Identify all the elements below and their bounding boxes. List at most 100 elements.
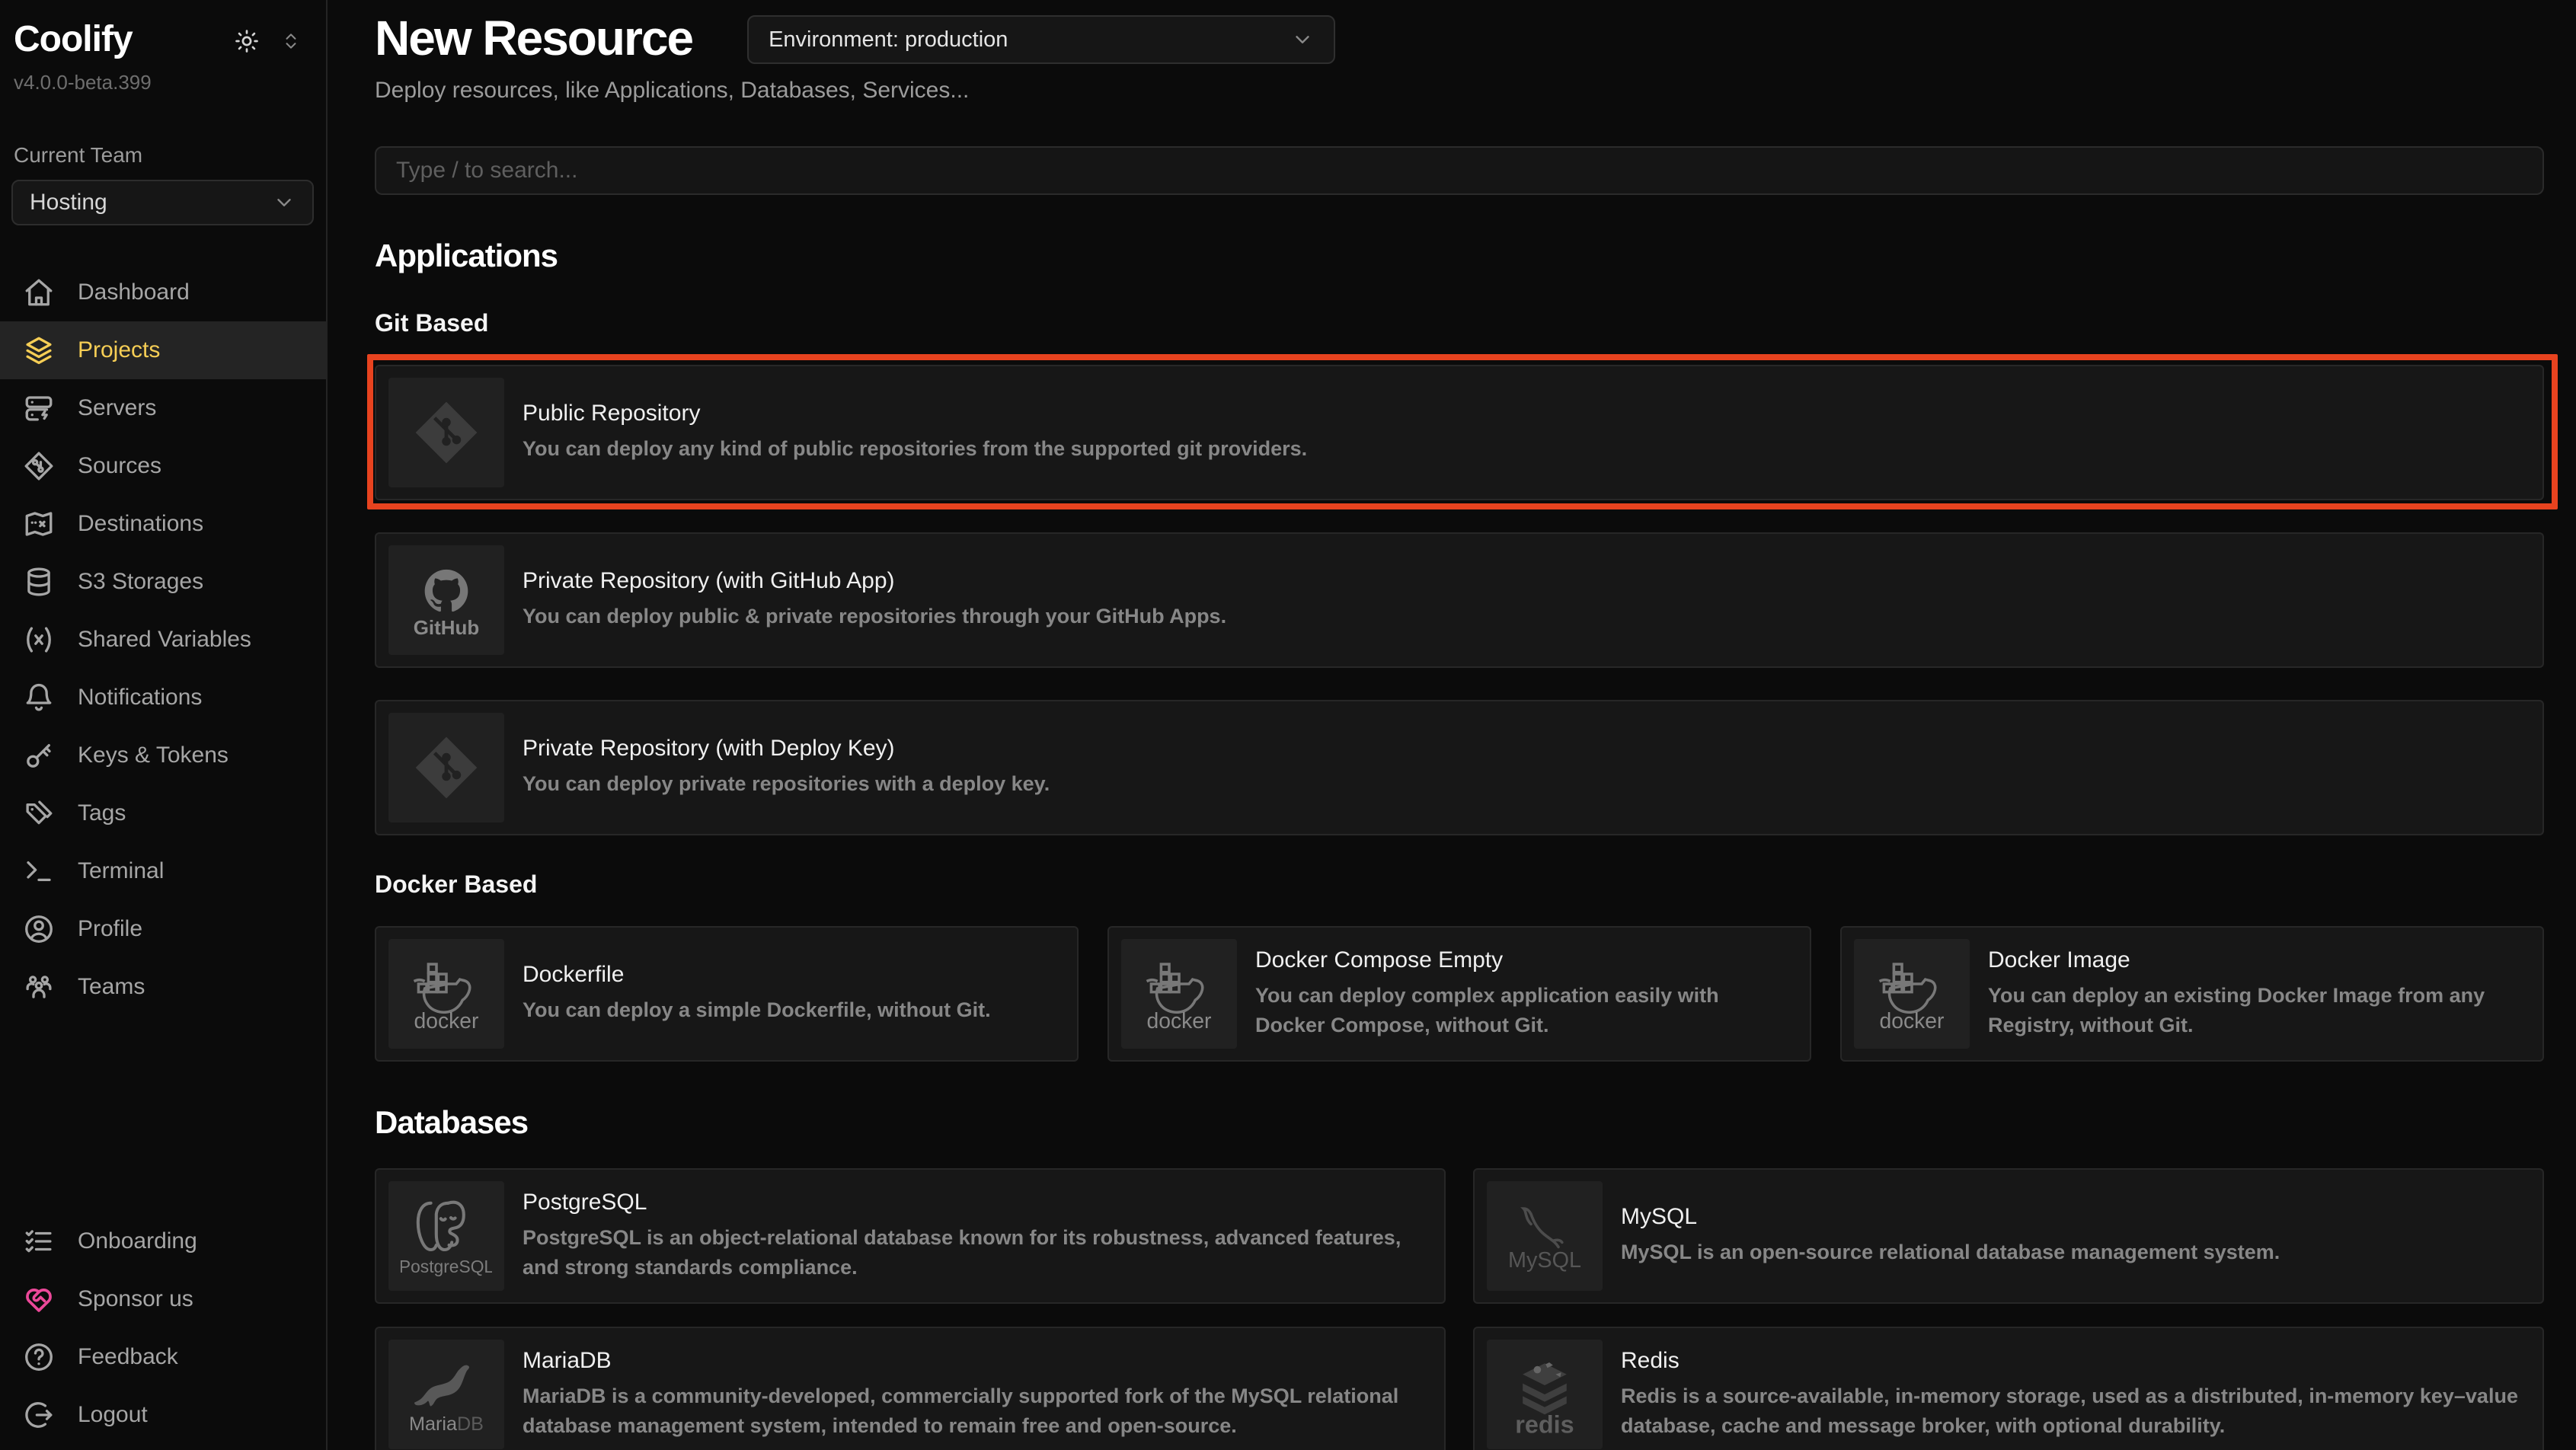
card-text: Public RepositoryYou can deploy any kind… bbox=[523, 401, 1307, 464]
page-title: New Resource bbox=[375, 14, 692, 62]
sidebar-item-label: Profile bbox=[78, 916, 142, 942]
resource-card-dockerfile[interactable]: docker Dockerfile You can deploy a simple … bbox=[375, 926, 1079, 1062]
bell-icon bbox=[23, 682, 55, 714]
svg-text:MySQL: MySQL bbox=[1508, 1248, 1581, 1273]
app-logo: Coolify bbox=[14, 20, 133, 60]
variables-icon bbox=[23, 624, 55, 656]
svg-text:MariaDB: MariaDB bbox=[409, 1413, 484, 1435]
svg-text:docker: docker bbox=[414, 1009, 479, 1033]
key-icon bbox=[23, 739, 55, 771]
card-description: You can deploy an existing Docker Image … bbox=[1988, 981, 2523, 1040]
logout-icon bbox=[23, 1399, 55, 1431]
brand-row: Coolify bbox=[0, 20, 326, 60]
card-description: MySQL is an open-source relational datab… bbox=[1621, 1238, 2280, 1267]
sidebar-item-servers[interactable]: Servers bbox=[0, 379, 326, 437]
svg-text:GitHub: GitHub bbox=[414, 616, 480, 639]
card-title: Private Repository (with GitHub App) bbox=[523, 568, 1226, 594]
sidebar-item-projects[interactable]: Projects bbox=[0, 321, 326, 379]
resource-card-private-repository-with-github-app-[interactable]: GitHub Private Repository (with GitHub Ap… bbox=[375, 532, 2544, 668]
resource-card-public-repository[interactable]: Public RepositoryYou can deploy any kind… bbox=[375, 365, 2544, 500]
card-title: MySQL bbox=[1621, 1204, 2280, 1230]
sidebar-item-terminal[interactable]: Terminal bbox=[0, 842, 326, 900]
map-icon bbox=[23, 508, 55, 540]
github-logo: GitHub bbox=[388, 545, 504, 655]
database-cards: PostgreSQLPostgreSQLPostgreSQL is an obj… bbox=[375, 1168, 2544, 1450]
search-input[interactable] bbox=[375, 146, 2544, 195]
environment-select[interactable]: Environment: production bbox=[747, 15, 1335, 64]
redis-logo: redis bbox=[1487, 1340, 1603, 1449]
team-select[interactable]: Hosting bbox=[11, 180, 314, 225]
main-content: New Resource Environment: production Dep… bbox=[328, 0, 2576, 1450]
card-description: You can deploy complex application easil… bbox=[1255, 981, 1790, 1040]
card-title: Dockerfile bbox=[523, 962, 991, 988]
current-team-label: Current Team bbox=[0, 143, 326, 168]
mysql-logo: MySQL bbox=[1487, 1181, 1603, 1291]
git-based-heading: Git Based bbox=[375, 309, 2544, 337]
sidebar-item-sources[interactable]: Sources bbox=[0, 437, 326, 495]
applications-heading: Applications bbox=[375, 238, 2544, 274]
sidebar-item-label: Dashboard bbox=[78, 279, 190, 305]
resource-card-docker-compose-empty[interactable]: docker Docker Compose Empty You can deploy… bbox=[1107, 926, 1811, 1062]
sidebar-item-logout[interactable]: Logout bbox=[0, 1386, 326, 1444]
docker-based-cards: docker Dockerfile You can deploy a simple … bbox=[375, 926, 2544, 1062]
sidebar-item-label: Keys & Tokens bbox=[78, 743, 229, 768]
users-icon bbox=[23, 971, 55, 1003]
docker-logo: docker bbox=[1121, 939, 1237, 1049]
card-description: MariaDB is a community-developed, commer… bbox=[523, 1381, 1424, 1441]
card-description: Redis is a source-available, in-memory s… bbox=[1621, 1381, 2523, 1441]
sidebar-item-tags[interactable]: Tags bbox=[0, 784, 326, 842]
card-text: Docker ImageYou can deploy an existing D… bbox=[1988, 947, 2523, 1040]
card-text: Docker Compose Empty You can deploy compl… bbox=[1255, 947, 1790, 1040]
sidebar-item-teams[interactable]: Teams bbox=[0, 958, 326, 1016]
sidebar-item-label: Sources bbox=[78, 453, 161, 479]
resource-card-mariadb[interactable]: MariaDB MariaDBMariaDB is a community-dev… bbox=[375, 1327, 1446, 1450]
sidebar-item-profile[interactable]: Profile bbox=[0, 900, 326, 958]
page-subtitle: Deploy resources, like Applications, Dat… bbox=[375, 78, 2544, 104]
resource-card-postgresql[interactable]: PostgreSQLPostgreSQLPostgreSQL is an obj… bbox=[375, 1168, 1446, 1304]
git-based-cards: Public RepositoryYou can deploy any kind… bbox=[375, 365, 2544, 835]
sidebar-nav: Dashboard ProjectsServers Sources Destinati… bbox=[0, 263, 326, 1016]
card-text: MariaDBMariaDB is a community-developed,… bbox=[523, 1348, 1424, 1441]
help-circle-icon bbox=[23, 1341, 55, 1373]
sidebar-item-shared-variables[interactable]: Shared Variables bbox=[0, 611, 326, 669]
resource-card-private-repository-with-deploy-key-[interactable]: Private Repository (with Deploy Key)You … bbox=[375, 700, 2544, 835]
resource-card-redis[interactable]: redisRedisRedis is a source-available, i… bbox=[1473, 1327, 2544, 1450]
chevron-down-icon bbox=[273, 191, 296, 214]
postgresql-logo: PostgreSQL bbox=[388, 1181, 504, 1291]
sidebar-item-label: Feedback bbox=[78, 1344, 178, 1370]
sidebar-item-keys-tokens[interactable]: Keys & Tokens bbox=[0, 727, 326, 784]
terminal-icon bbox=[23, 855, 55, 887]
sidebar-item-label: S3 Storages bbox=[78, 569, 203, 595]
svg-text:docker: docker bbox=[1880, 1009, 1945, 1033]
resource-card-mysql[interactable]: MySQL MySQL MySQL is an open-source relati… bbox=[1473, 1168, 2544, 1304]
page-header: New Resource Environment: production bbox=[375, 14, 2544, 64]
updown-chevrons-icon[interactable] bbox=[277, 27, 305, 55]
card-title: Docker Compose Empty bbox=[1255, 947, 1790, 973]
heart-hands-icon bbox=[23, 1283, 55, 1315]
card-title: PostgreSQL bbox=[523, 1190, 1424, 1215]
sidebar-item-dashboard[interactable]: Dashboard bbox=[0, 263, 326, 321]
sidebar-item-onboarding[interactable]: Onboarding bbox=[0, 1212, 326, 1270]
git-logo bbox=[388, 378, 504, 487]
sidebar-item-feedback[interactable]: Feedback bbox=[0, 1328, 326, 1386]
card-text: Dockerfile You can deploy a simple Docker… bbox=[523, 962, 991, 1025]
sidebar-item-label: Logout bbox=[78, 1402, 148, 1428]
sidebar-item-sponsor-us[interactable]: Sponsor us bbox=[0, 1270, 326, 1328]
app-version: v4.0.0-beta.399 bbox=[0, 71, 326, 94]
sidebar: Coolify v4.0.0-beta.399 Current Team Hos… bbox=[0, 0, 328, 1450]
svg-text:docker: docker bbox=[1147, 1009, 1212, 1033]
checklist-icon bbox=[23, 1225, 55, 1257]
sidebar-item-notifications[interactable]: Notifications bbox=[0, 669, 326, 727]
server-icon bbox=[23, 392, 55, 424]
mariadb-logo: MariaDB bbox=[388, 1340, 504, 1449]
user-circle-icon bbox=[23, 913, 55, 945]
card-text: MySQL MySQL is an open-source relational … bbox=[1621, 1204, 2280, 1267]
resource-card-docker-image[interactable]: docker Docker ImageYou can deploy an exis… bbox=[1840, 926, 2544, 1062]
sidebar-item-destinations[interactable]: Destinations bbox=[0, 495, 326, 553]
sun-icon[interactable] bbox=[233, 27, 260, 55]
card-description: You can deploy a simple Dockerfile, with… bbox=[523, 995, 991, 1025]
database-icon bbox=[23, 566, 55, 598]
sidebar-item-s3-storages[interactable]: S3 Storages bbox=[0, 553, 326, 611]
card-text: PostgreSQLPostgreSQL is an object-relati… bbox=[523, 1190, 1424, 1282]
docker-based-heading: Docker Based bbox=[375, 870, 2544, 899]
